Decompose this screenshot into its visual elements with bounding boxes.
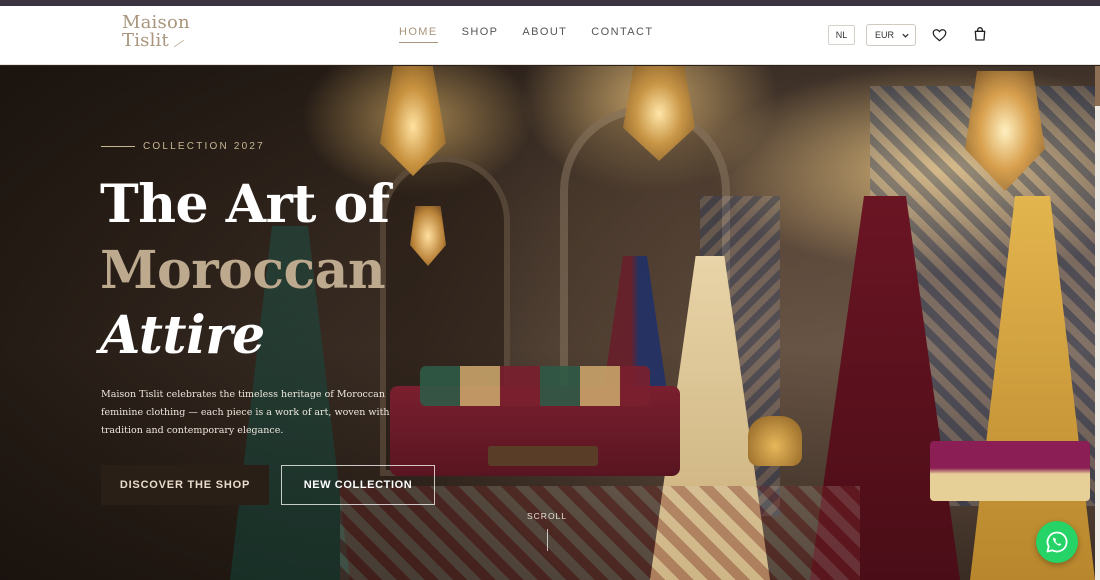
hero-title-line-3: Attire [100, 305, 265, 366]
sofa-cushions [420, 366, 650, 406]
brass-vase [748, 416, 802, 466]
new-collection-button[interactable]: NEW COLLECTION [281, 465, 435, 505]
scroll-indicator-line [547, 529, 548, 551]
currency-select[interactable]: EUR [866, 24, 916, 46]
heart-icon[interactable] [932, 28, 947, 42]
hero-title-line-1: The Art of [100, 174, 390, 235]
whatsapp-button[interactable] [1036, 521, 1078, 563]
logo-flourish [173, 39, 185, 48]
brand-logo[interactable]: Maison Tislit [122, 14, 190, 50]
hero-title-line-2: Moroccan [100, 240, 386, 301]
currency-value: EUR [875, 30, 895, 40]
site-header: Maison Tislit HOME SHOP ABOUT CONTACT NL… [0, 6, 1100, 65]
chevron-down-icon [902, 33, 909, 38]
folded-textiles [930, 441, 1090, 501]
collection-eyebrow: COLLECTION 2027 [101, 141, 265, 152]
nav-shop[interactable]: SHOP [462, 26, 499, 43]
logo-line-2-wrap: Tislit [122, 32, 190, 50]
discover-shop-button[interactable]: DISCOVER THE SHOP [101, 465, 269, 505]
nav-contact[interactable]: CONTACT [591, 26, 653, 43]
hero-section: COLLECTION 2027 The Art of Moroccan Atti… [0, 66, 1100, 580]
nav-about[interactable]: ABOUT [522, 26, 567, 43]
language-button[interactable]: NL [828, 25, 855, 45]
logo-line-2: Tislit [122, 30, 169, 51]
main-nav: HOME SHOP ABOUT CONTACT [399, 26, 653, 43]
eyebrow-text: COLLECTION 2027 [143, 141, 265, 152]
eyebrow-rule [101, 146, 135, 147]
whatsapp-icon [1046, 531, 1068, 553]
hero-description: Maison Tislit celebrates the timeless he… [101, 389, 390, 436]
scroll-indicator-label[interactable]: SCROLL [527, 511, 567, 521]
coffee-table [488, 446, 598, 466]
nav-home[interactable]: HOME [399, 26, 438, 43]
scrollbar-thumb[interactable] [1095, 66, 1100, 106]
page-scrollbar[interactable] [1095, 66, 1100, 580]
bag-icon[interactable] [972, 26, 988, 42]
